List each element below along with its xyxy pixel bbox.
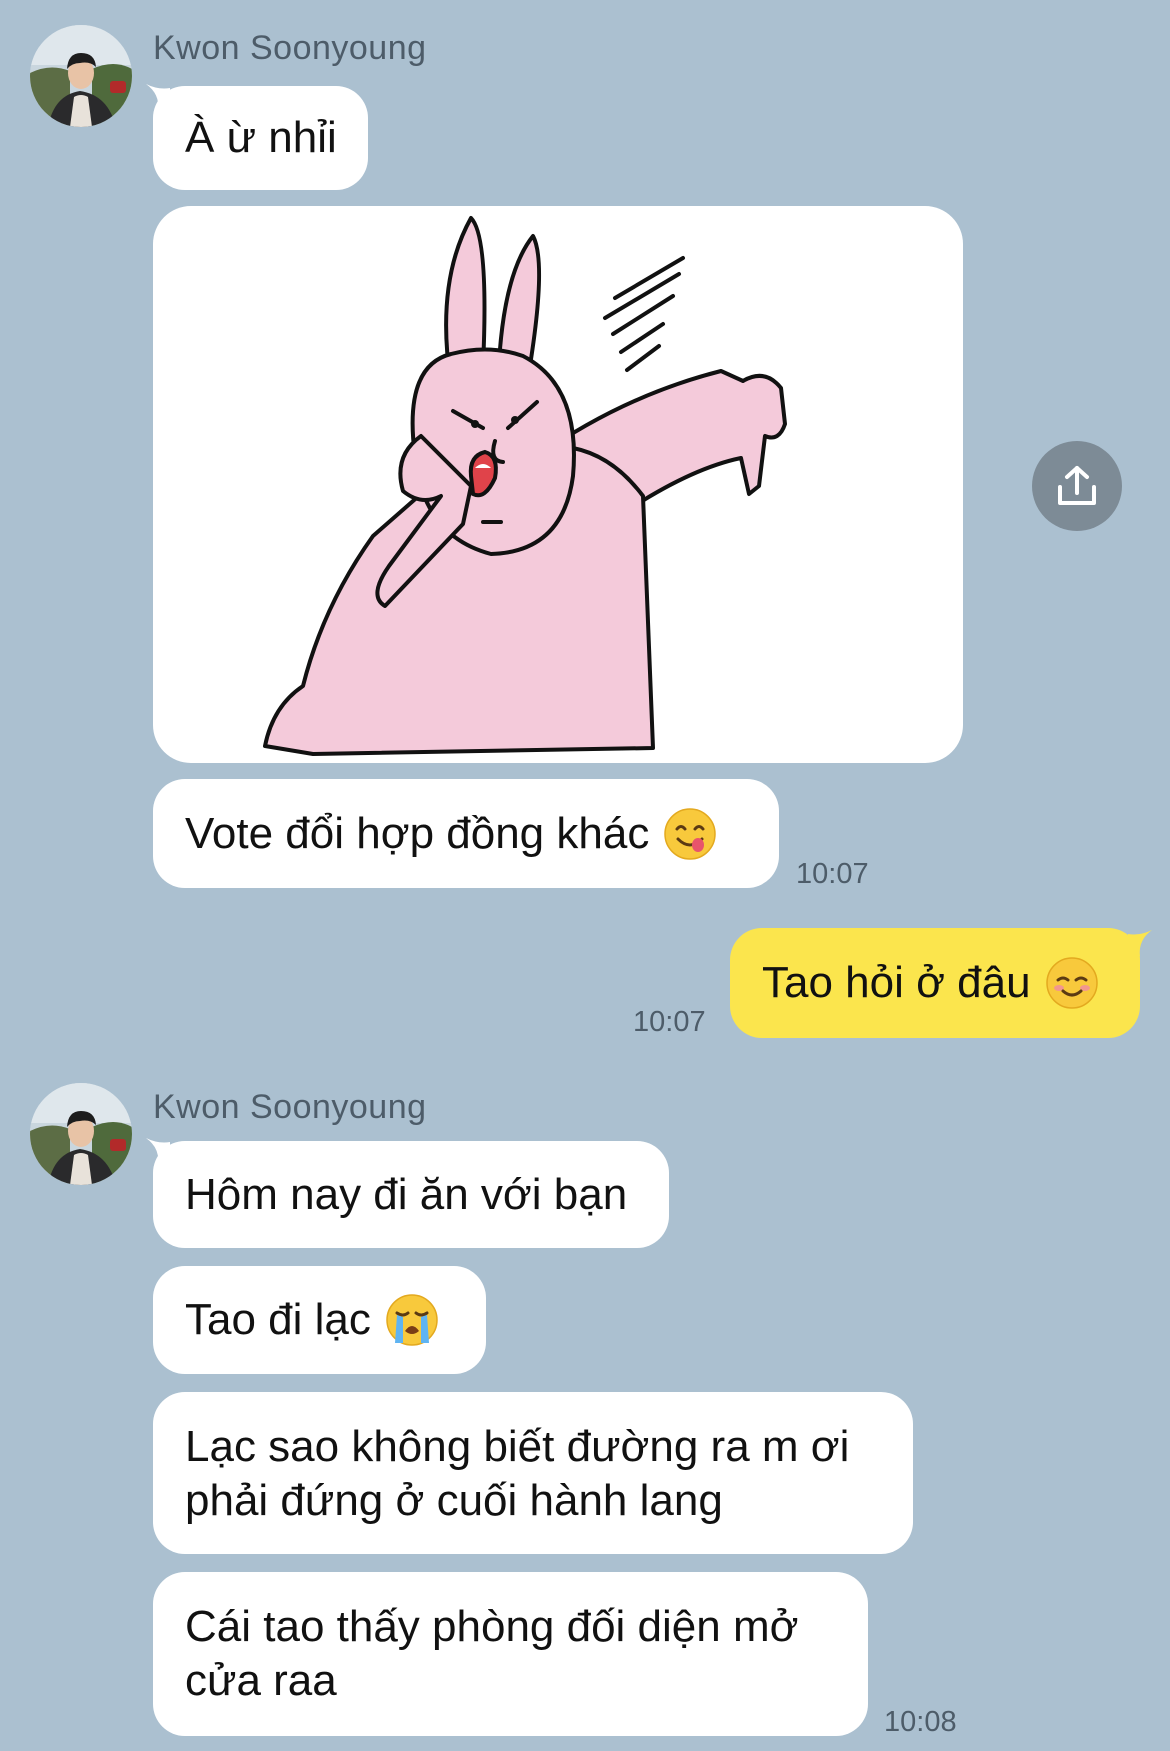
sticker-message[interactable] <box>153 206 963 763</box>
face-savoring-food-emoji <box>664 807 717 860</box>
bubble-tail <box>1128 930 1152 956</box>
smiling-face-emoji <box>1045 957 1098 1009</box>
message-text: Tao đi lạc <box>185 1295 371 1344</box>
message-text-line: Cái tao thấy phòng đối diện mở <box>185 1602 799 1651</box>
message-bubble[interactable]: Lạc sao không biết đường ra m ơi phải đứ… <box>153 1392 913 1554</box>
message-text-line: phải đứng ở cuối hành lang <box>185 1476 723 1525</box>
message-text: Vote đổi hợp đồng khác <box>185 808 650 858</box>
message-bubble[interactable]: Tao đi lạc <box>153 1266 486 1374</box>
sender-name: Kwon Soonyoung <box>153 1088 427 1126</box>
my-message-bubble[interactable]: Tao hỏi ở đâu <box>730 928 1140 1038</box>
loudly-crying-face-emoji <box>386 1294 438 1346</box>
message-text: Hôm nay đi ăn với bạn <box>185 1169 628 1219</box>
message-bubble[interactable]: Vote đổi hợp đồng khác <box>153 779 779 888</box>
share-button[interactable] <box>1032 441 1122 531</box>
message-timestamp: 10:08 <box>884 1706 957 1738</box>
message-bubble[interactable]: Hôm nay đi ăn với bạn <box>153 1141 669 1248</box>
message-text-line: Lạc sao không biết đường ra m ơi <box>185 1422 850 1471</box>
message-text: Tao hỏi ở đâu <box>762 958 1031 1007</box>
message-text: À ừ nhỉi <box>185 113 337 162</box>
message-timestamp: 10:07 <box>633 1006 706 1038</box>
sender-avatar[interactable] <box>30 1083 132 1185</box>
share-upload-icon <box>1058 466 1096 505</box>
sender-avatar[interactable] <box>30 25 132 127</box>
sender-name: Kwon Soonyoung <box>153 29 427 67</box>
message-text-line: cửa raa <box>185 1656 337 1705</box>
message-timestamp: 10:07 <box>796 858 869 890</box>
message-bubble[interactable]: Cái tao thấy phòng đối diện mở cửa raa <box>153 1572 868 1736</box>
message-bubble[interactable]: À ừ nhỉi <box>153 86 368 190</box>
pink-rabbit-thumbs-down-sticker <box>263 216 787 756</box>
